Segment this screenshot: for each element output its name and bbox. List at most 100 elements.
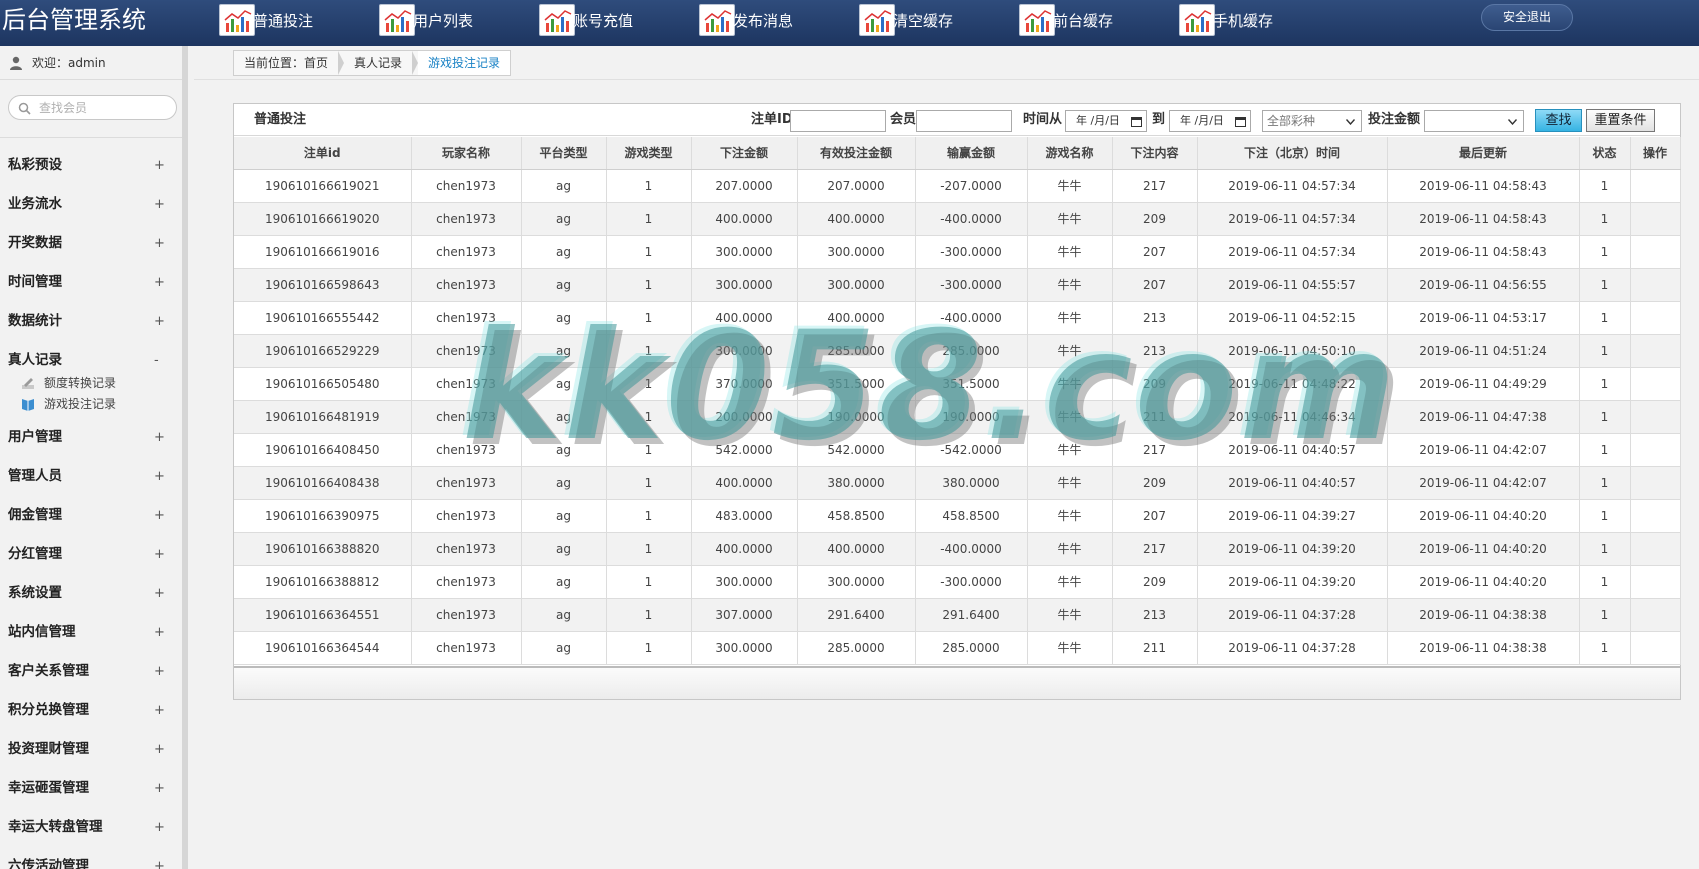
table-row[interactable]: 190610166408438 chen1973 ag 1 400.0000 380.00… xyxy=(234,466,1681,500)
sidebar-item-label: 六传活动管理 xyxy=(8,858,89,869)
sidebar-subitem-game-bet-records[interactable]: 游戏投注记录 xyxy=(0,393,182,415)
sidebar-item-dividend-management[interactable]: 分红管理 + xyxy=(0,535,182,574)
table-cell: 1 xyxy=(606,367,692,401)
sidebar-item-system-settings[interactable]: 系统设置 + xyxy=(0,574,182,613)
sidebar-item-label: 幸运大转盘管理 xyxy=(8,819,103,835)
column-header[interactable]: 有效投注金额 xyxy=(797,137,916,170)
sidebar-item-label: 佣金管理 xyxy=(8,507,62,523)
breadcrumb-home[interactable]: 当前位置：首页 xyxy=(234,51,345,75)
sidebar-item-data-statistics[interactable]: 数据统计 + xyxy=(0,302,182,341)
table-row[interactable]: 190610166364544 chen1973 ag 1 300.0000 285.00… xyxy=(234,631,1681,665)
logout-button[interactable]: 安全退出 xyxy=(1481,4,1573,31)
expand-icon[interactable]: + xyxy=(154,808,165,847)
table-cell xyxy=(1630,499,1681,533)
expand-icon[interactable]: + xyxy=(154,263,165,302)
expand-icon[interactable]: + xyxy=(154,146,165,185)
table-row[interactable]: 190610166619021 chen1973 ag 1 207.0000 207.00… xyxy=(234,169,1681,203)
expand-icon[interactable]: + xyxy=(154,496,165,535)
sidebar-item-time-management[interactable]: 时间管理 + xyxy=(0,263,182,302)
expand-icon[interactable]: + xyxy=(154,302,165,341)
nav-user-list[interactable]: 用户列表 xyxy=(379,2,529,40)
table-row[interactable]: 190610166598643 chen1973 ag 1 300.0000 300.00… xyxy=(234,268,1681,302)
table-row[interactable]: 190610166619016 chen1973 ag 1 300.0000 300.00… xyxy=(234,235,1681,269)
table-row[interactable]: 190610166408450 chen1973 ag 1 542.0000 542.00… xyxy=(234,433,1681,467)
member-search-input[interactable] xyxy=(39,99,169,116)
expand-icon[interactable]: + xyxy=(154,652,165,691)
table-row[interactable]: 190610166505480 chen1973 ag 1 370.0000 351.50… xyxy=(234,367,1681,401)
column-header[interactable]: 注单id xyxy=(234,137,412,170)
expand-icon[interactable]: + xyxy=(154,847,165,869)
sidebar-item-draw-data[interactable]: 开奖数据 + xyxy=(0,224,182,263)
nav-mobile-cache[interactable]: 手机缓存 xyxy=(1179,2,1329,40)
table-row[interactable]: 190610166529229 chen1973 ag 1 300.0000 285.00… xyxy=(234,334,1681,368)
search-button[interactable]: 查找 xyxy=(1535,109,1582,132)
sidebar-item-commission-management[interactable]: 佣金管理 + xyxy=(0,496,182,535)
expand-icon[interactable]: + xyxy=(154,224,165,263)
sidebar-subitem-quota-transfer-records[interactable]: 额度转换记录 xyxy=(0,372,182,394)
sidebar-item-lucky-wheel[interactable]: 幸运大转盘管理 + xyxy=(0,808,182,847)
column-header[interactable]: 操作 xyxy=(1630,137,1681,170)
sidebar-item-admin-staff[interactable]: 管理人员 + xyxy=(0,457,182,496)
column-header[interactable]: 状态 xyxy=(1579,137,1631,170)
nav-frontend-cache[interactable]: 前台缓存 xyxy=(1019,2,1169,40)
amount-select[interactable] xyxy=(1424,110,1524,132)
column-header[interactable]: 游戏类型 xyxy=(606,137,692,170)
table-row[interactable]: 190610166555442 chen1973 ag 1 400.0000 400.00… xyxy=(234,301,1681,335)
date-to-input[interactable]: 年 /月/日 xyxy=(1169,110,1251,132)
expand-icon[interactable]: + xyxy=(154,691,165,730)
table-cell: 400.0000 xyxy=(691,466,798,500)
member-search[interactable] xyxy=(8,95,177,120)
sidebar-item-private-lottery-preset[interactable]: 私彩预设 + xyxy=(0,146,182,185)
chart-icon xyxy=(1179,4,1215,36)
reset-button[interactable]: 重置条件 xyxy=(1586,109,1655,132)
expand-icon[interactable]: + xyxy=(154,613,165,652)
sidebar-item-points-exchange[interactable]: 积分兑换管理 + xyxy=(0,691,182,730)
nav-clear-cache[interactable]: 清空缓存 xyxy=(859,2,1009,40)
column-header[interactable]: 平台类型 xyxy=(521,137,607,170)
table-row[interactable]: 190610166388820 chen1973 ag 1 400.0000 400.00… xyxy=(234,532,1681,566)
lottery-select[interactable]: 全部彩种 xyxy=(1262,110,1362,132)
expand-icon[interactable]: + xyxy=(154,418,165,457)
table-row[interactable]: 190610166388812 chen1973 ag 1 300.0000 300.00… xyxy=(234,565,1681,599)
sidebar-item-user-management[interactable]: 用户管理 + xyxy=(0,418,182,457)
table-cell: 190610166505480 xyxy=(234,367,412,401)
column-header[interactable]: 最后更新 xyxy=(1387,137,1580,170)
expand-icon[interactable]: + xyxy=(154,574,165,613)
column-header[interactable]: 玩家名称 xyxy=(411,137,522,170)
table-cell: 209 xyxy=(1112,202,1198,236)
table-row[interactable]: 190610166364551 chen1973 ag 1 307.0000 291.64… xyxy=(234,598,1681,632)
nav-label: 前台缓存 xyxy=(1053,12,1114,30)
nav-account-recharge[interactable]: 账号充值 xyxy=(539,2,689,40)
date-from-input[interactable]: 年 /月/日 xyxy=(1065,110,1147,132)
expand-icon[interactable]: + xyxy=(154,730,165,769)
table-cell: 300.0000 xyxy=(691,334,798,368)
expand-icon[interactable]: + xyxy=(154,535,165,574)
table-row[interactable]: 190610166619020 chen1973 ag 1 400.0000 400.00… xyxy=(234,202,1681,236)
sidebar-item-investment-management[interactable]: 投资理财管理 + xyxy=(0,730,182,769)
column-header[interactable]: 下注内容 xyxy=(1112,137,1198,170)
column-header[interactable]: 输赢金额 xyxy=(915,137,1028,170)
table-row[interactable]: 190610166481919 chen1973 ag 1 200.0000 190.00… xyxy=(234,400,1681,434)
sidebar-item-business-flow[interactable]: 业务流水 + xyxy=(0,185,182,224)
table-cell: 217 xyxy=(1112,532,1198,566)
table-cell: 217 xyxy=(1112,433,1198,467)
sidebar-item-crm[interactable]: 客户关系管理 + xyxy=(0,652,182,691)
column-header[interactable]: 下注金额 xyxy=(691,137,798,170)
table-cell xyxy=(1630,565,1681,599)
sidebar-item-site-message-management[interactable]: 站内信管理 + xyxy=(0,613,182,652)
expand-icon[interactable]: + xyxy=(154,457,165,496)
table-cell: 190610166364551 xyxy=(234,598,412,632)
nav-normal-bet[interactable]: 普通投注 xyxy=(219,2,369,40)
sidebar-item-lucky-egg[interactable]: 幸运砸蛋管理 + xyxy=(0,769,182,808)
breadcrumb-section[interactable]: 真人记录 xyxy=(344,51,419,75)
member-input[interactable] xyxy=(916,110,1012,132)
table-cell xyxy=(1630,433,1681,467)
table-row[interactable]: 190610166390975 chen1973 ag 1 483.0000 458.85… xyxy=(234,499,1681,533)
sidebar-item-activity-management[interactable]: 六传活动管理 + xyxy=(0,847,182,869)
column-header[interactable]: 游戏名称 xyxy=(1027,137,1113,170)
column-header[interactable]: 下注（北京）时间 xyxy=(1197,137,1388,170)
nav-publish-message[interactable]: 发布消息 xyxy=(699,2,849,40)
expand-icon[interactable]: + xyxy=(154,769,165,808)
order-id-input[interactable] xyxy=(790,110,886,132)
expand-icon[interactable]: + xyxy=(154,185,165,224)
